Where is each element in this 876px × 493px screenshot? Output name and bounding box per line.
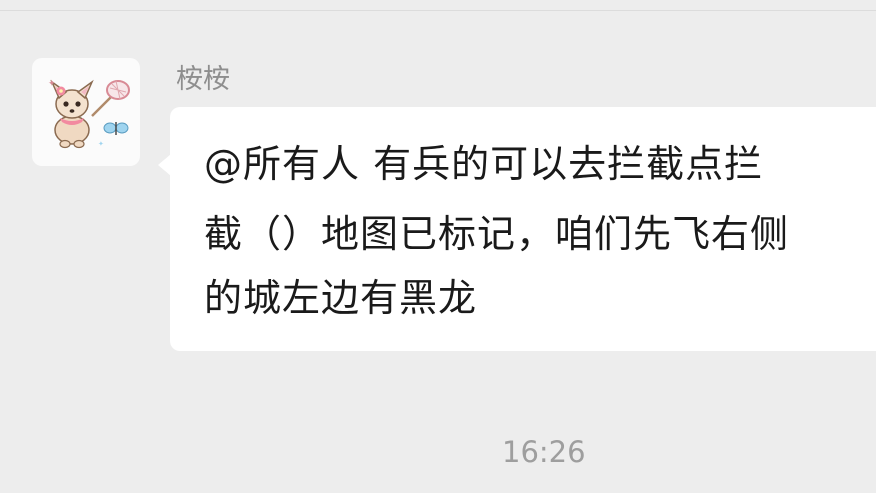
message-timestamp: 16:26: [502, 435, 586, 469]
message-text-line: 的城左边有黑龙: [204, 276, 478, 320]
sender-avatar[interactable]: ✦ ✦: [32, 58, 140, 166]
message-text-line: 截（）地图已标记，咱们先飞右侧: [204, 212, 790, 256]
svg-text:✦: ✦: [48, 79, 56, 89]
svg-text:✦: ✦: [98, 140, 104, 148]
top-divider: [0, 10, 876, 11]
sender-name: 桉桉: [176, 64, 230, 95]
message-text-line: @所有人 有兵的可以去拦截点拦: [204, 142, 764, 186]
chihuahua-avatar-icon: ✦ ✦: [48, 79, 130, 149]
